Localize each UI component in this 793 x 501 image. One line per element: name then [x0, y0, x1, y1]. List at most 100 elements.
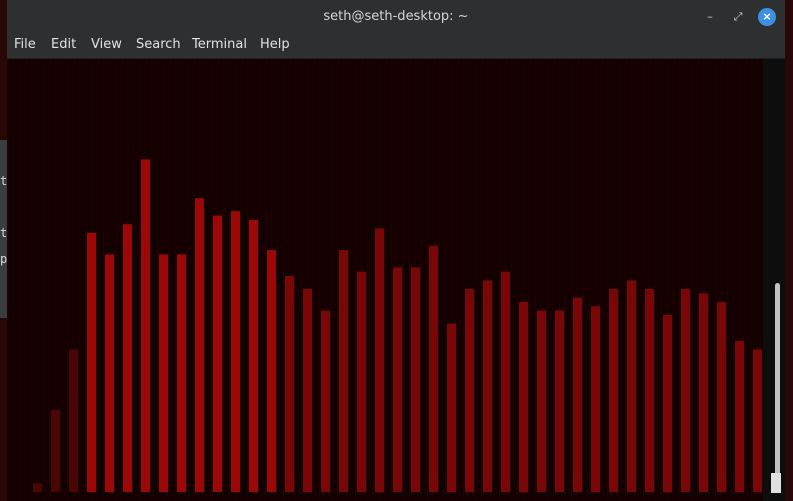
- background-stripe: [709, 59, 710, 501]
- background-stripe: [493, 59, 494, 501]
- visualizer-bar: [663, 314, 672, 492]
- background-stripe: [583, 59, 584, 501]
- background-stripe: [403, 59, 404, 501]
- background-stripe: [589, 59, 590, 501]
- window-title: seth@seth-desktop: ~: [323, 9, 469, 24]
- terminal-content[interactable]: [7, 59, 763, 501]
- close-button[interactable]: ×: [758, 8, 776, 26]
- menu-terminal[interactable]: Terminal: [192, 37, 247, 52]
- scrollbar-thumb[interactable]: [775, 283, 780, 493]
- background-stripe: [265, 59, 266, 501]
- minimize-button[interactable]: –: [701, 8, 719, 26]
- background-stripe: [391, 59, 392, 501]
- menu-bar: File Edit View Search Terminal Help: [7, 34, 785, 59]
- background-stripe: [733, 59, 734, 501]
- background-stripe: [97, 59, 98, 501]
- visualizer-bar: [411, 267, 420, 492]
- visualizer-bar: [609, 288, 618, 492]
- background-stripe: [85, 59, 86, 501]
- background-stripe: [727, 59, 728, 501]
- visualizer-bar: [681, 288, 690, 492]
- background-stripe: [445, 59, 446, 501]
- background-stripe: [751, 59, 752, 501]
- background-stripe: [43, 59, 44, 501]
- background-stripe: [295, 59, 296, 501]
- background-stripe: [133, 59, 134, 501]
- visualizer-bar: [339, 250, 348, 492]
- background-stripe: [571, 59, 572, 501]
- menu-search[interactable]: Search: [136, 37, 181, 52]
- background-stripe: [277, 59, 278, 501]
- background-stripe: [61, 59, 62, 501]
- visualizer-bar: [321, 310, 330, 492]
- visualizer-bar: [285, 276, 294, 492]
- background-stripe: [313, 59, 314, 501]
- background-stripe: [301, 59, 302, 501]
- background-stripe: [229, 59, 230, 501]
- background-stripe: [607, 59, 608, 501]
- background-stripe: [121, 59, 122, 501]
- background-stripe: [205, 59, 206, 501]
- visualizer-bar: [303, 288, 312, 492]
- audio-visualizer: [7, 59, 762, 501]
- visualizer-bar: [627, 280, 636, 492]
- background-stripe: [241, 59, 242, 501]
- visualizer-bar: [753, 349, 762, 492]
- visualizer-bar: [483, 280, 492, 492]
- menu-file[interactable]: File: [14, 37, 36, 52]
- visualizer-bar: [177, 254, 186, 492]
- visualizer-bar: [645, 288, 654, 492]
- background-stripe: [661, 59, 662, 501]
- visualizer-bar: [195, 198, 204, 493]
- visualizer-bar: [87, 232, 96, 493]
- background-stripe: [511, 59, 512, 501]
- background-stripe: [115, 59, 116, 501]
- background-stripe: [421, 59, 422, 501]
- background-stripe: [247, 59, 248, 501]
- background-stripe: [637, 59, 638, 501]
- visualizer-bar: [393, 267, 402, 492]
- visualizer-bar: [231, 211, 240, 492]
- terminal-window[interactable]: seth@seth-desktop: ~ – ⤢ × File Edit Vie…: [7, 0, 785, 501]
- background-stripe: [619, 59, 620, 501]
- menu-edit[interactable]: Edit: [51, 37, 76, 52]
- visualizer-bar: [123, 224, 132, 492]
- visualizer-bar: [519, 301, 528, 492]
- visualizer-bar: [159, 254, 168, 492]
- background-stripe: [349, 59, 350, 501]
- background-stripe: [385, 59, 386, 501]
- maximize-button[interactable]: ⤢: [729, 8, 747, 26]
- visualizer-bar: [375, 228, 384, 493]
- visualizer-bar: [105, 254, 114, 492]
- visualizer-bar: [51, 409, 60, 492]
- cursor-block: [771, 473, 781, 493]
- menu-help[interactable]: Help: [260, 37, 290, 52]
- background-stripe: [31, 59, 32, 501]
- visualizer-bar: [735, 340, 744, 492]
- background-stripe: [103, 59, 104, 501]
- background-stripe: [187, 59, 188, 501]
- background-stripe: [481, 59, 482, 501]
- background-stripe: [331, 59, 332, 501]
- background-stripe: [535, 59, 536, 501]
- background-stripe: [529, 59, 530, 501]
- background-stripe: [673, 59, 674, 501]
- background-stripe: [157, 59, 158, 501]
- visualizer-bar: [591, 306, 600, 492]
- background-stripe: [427, 59, 428, 501]
- background-stripe: [37, 59, 38, 501]
- background-stripe: [679, 59, 680, 501]
- scrollbar[interactable]: [763, 59, 785, 501]
- background-stripe: [745, 59, 746, 501]
- visualizer-bar: [33, 483, 42, 492]
- visualizer-bar: [537, 310, 546, 492]
- background-stripe: [655, 59, 656, 501]
- title-bar[interactable]: seth@seth-desktop: ~ – ⤢ ×: [7, 0, 785, 34]
- background-stripe: [67, 59, 68, 501]
- background-stripe: [625, 59, 626, 501]
- visualizer-bar: [267, 250, 276, 492]
- menu-view[interactable]: View: [91, 37, 122, 52]
- background-stripe: [691, 59, 692, 501]
- visualizer-bar: [465, 288, 474, 492]
- visualizer-bar: [501, 271, 510, 492]
